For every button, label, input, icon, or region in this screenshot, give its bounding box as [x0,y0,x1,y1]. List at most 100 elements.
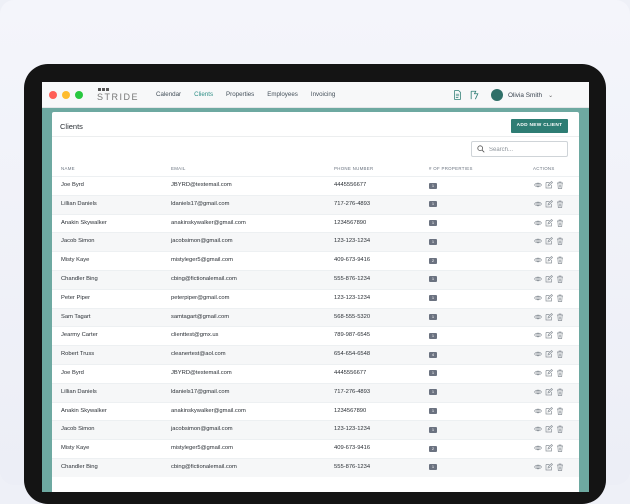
edit-icon[interactable] [545,218,553,227]
close-window-dot[interactable] [49,91,57,99]
table-row[interactable]: Jacob Simon jacobsimon@gmail.com 123-123-1… [52,420,579,440]
eye-icon[interactable] [534,275,542,283]
clients-panel: Clients ADD NEW CLIENT NAME EMAIL PHONE … [52,112,579,492]
col-name-header[interactable]: NAME [61,166,75,171]
trash-icon[interactable] [556,256,564,265]
edit-icon[interactable] [545,312,553,321]
trash-icon[interactable] [556,219,564,227]
eye-icon[interactable] [534,200,542,208]
table-header: NAME EMAIL PHONE NUMBER # OF PROPERTIES … [52,164,579,176]
properties-count-badge: 1 [429,389,437,396]
edit-icon[interactable] [545,274,553,283]
eye-icon[interactable] [534,425,542,433]
trash-icon[interactable] [556,294,564,302]
eye-icon[interactable] [534,463,542,471]
eye-icon[interactable] [534,294,542,302]
user-name[interactable]: Olivia Smith [508,92,542,99]
eye-icon[interactable] [534,256,542,264]
eye-icon[interactable] [534,407,542,415]
trash-icon[interactable] [556,331,564,340]
client-name: Peter Piper [61,294,90,301]
properties-count-badge: 1 [429,182,437,189]
table-row[interactable]: Anakin Skywalker anakinskywalker@gmail.co… [52,213,579,233]
eye-icon[interactable] [534,331,542,339]
table-row[interactable]: Chandler Bing cbing@fictionalemail.com 555… [52,457,579,477]
eye-icon[interactable] [534,219,542,227]
stride-logo[interactable]: STRIDE [97,88,138,102]
table-row[interactable]: Peter Piper peterpiper@gmail.com 123-123-1… [52,288,579,308]
client-name: Anakin Skywalker [61,407,107,414]
eye-icon[interactable] [534,388,542,396]
trash-icon[interactable] [556,237,564,246]
trash-icon[interactable] [556,275,564,283]
nav-item-clients[interactable]: Clients [194,91,213,98]
client-email: cleanertest@aol.com [171,351,226,358]
col-properties-header[interactable]: # OF PROPERTIES [429,166,473,171]
table-row[interactable]: Misty Kaye mistyleger5@gmail.com 409-673-9… [52,439,579,458]
trash-icon[interactable] [556,181,564,189]
trash-icon[interactable] [556,444,564,453]
trash-icon[interactable] [556,388,564,396]
edit-icon[interactable] [545,444,553,452]
eye-icon[interactable] [534,350,542,358]
eye-icon[interactable] [534,313,542,321]
table-row[interactable]: Robert Truss cleanertest@aol.com 654-654-6… [52,345,579,364]
properties-count-badge: 1 [429,408,437,415]
eye-icon[interactable] [534,181,542,189]
row-actions [534,462,564,471]
edit-icon[interactable] [545,237,553,245]
table-row[interactable]: Lillian Daniels ldaniels17@gmail.com 717-2… [52,194,579,214]
table-row[interactable]: Lillian Daniels ldaniels17@gmail.com 717-2… [52,382,579,402]
edit-icon[interactable] [545,462,553,471]
table-row[interactable]: Jearmy Carter clienttest@gmx.us 789-987-65… [52,326,579,345]
trash-icon[interactable] [556,425,564,434]
eye-icon[interactable] [534,237,542,245]
client-name: Joe Byrd [61,369,84,376]
col-email-header[interactable]: EMAIL [171,166,186,171]
edit-icon[interactable] [545,256,553,264]
nav-item-calendar[interactable]: Calendar [156,91,181,98]
properties-count-badge: 4 [429,351,437,358]
edit-icon[interactable] [545,199,553,208]
edit-icon[interactable] [545,181,553,189]
table-row[interactable]: Joe Byrd JBYRD@testemail.com 4445556677 1 [52,363,579,383]
edit-icon[interactable] [545,331,553,339]
trash-icon[interactable] [556,350,564,359]
edit-icon[interactable] [545,387,553,396]
trash-icon[interactable] [556,313,564,321]
client-email: mistyleger5@gmail.com [171,257,233,264]
trash-icon[interactable] [556,200,564,208]
search-input[interactable] [487,144,566,156]
client-name: Jearmy Carter [61,332,98,339]
document-icon[interactable] [453,90,462,100]
table-row[interactable]: Joe Byrd JBYRD@testemail.com 4445556677 1 [52,176,579,195]
trash-icon[interactable] [556,407,564,415]
edit-icon[interactable] [545,406,553,415]
add-new-client-button[interactable]: ADD NEW CLIENT [511,119,568,133]
table-row[interactable]: Sam Tagart samtagart@gmail.com 568-555-532… [52,307,579,327]
eye-icon[interactable] [534,444,542,452]
nav-item-invoicing[interactable]: Invoicing [311,91,335,98]
edit-icon[interactable] [545,368,553,377]
table-row[interactable]: Misty Kaye mistyleger5@gmail.com 409-673-9… [52,251,579,270]
trash-icon[interactable] [556,463,564,471]
table-row[interactable]: Anakin Skywalker anakinskywalker@gmail.co… [52,401,579,421]
table-row[interactable]: Jacob Simon jacobsimon@gmail.com 123-123-1… [52,232,579,252]
client-name: Chandler Bing [61,275,98,282]
nav-item-properties[interactable]: Properties [226,91,254,98]
map-icon[interactable] [470,90,479,100]
search-box[interactable] [471,141,568,157]
col-phone-header[interactable]: PHONE NUMBER [334,166,373,171]
edit-icon[interactable] [545,425,553,433]
trash-icon[interactable] [556,369,564,377]
maximize-window-dot[interactable] [75,91,83,99]
edit-icon[interactable] [545,350,553,358]
nav-item-employees[interactable]: Employees [267,91,298,98]
edit-icon[interactable] [545,293,553,302]
table-row[interactable]: Chandler Bing cbing@fictionalemail.com 555… [52,269,579,289]
row-actions [534,199,564,208]
avatar-icon[interactable] [491,89,503,101]
eye-icon[interactable] [534,369,542,377]
chevron-down-icon[interactable]: ⌄ [548,92,553,99]
minimize-window-dot[interactable] [62,91,70,99]
